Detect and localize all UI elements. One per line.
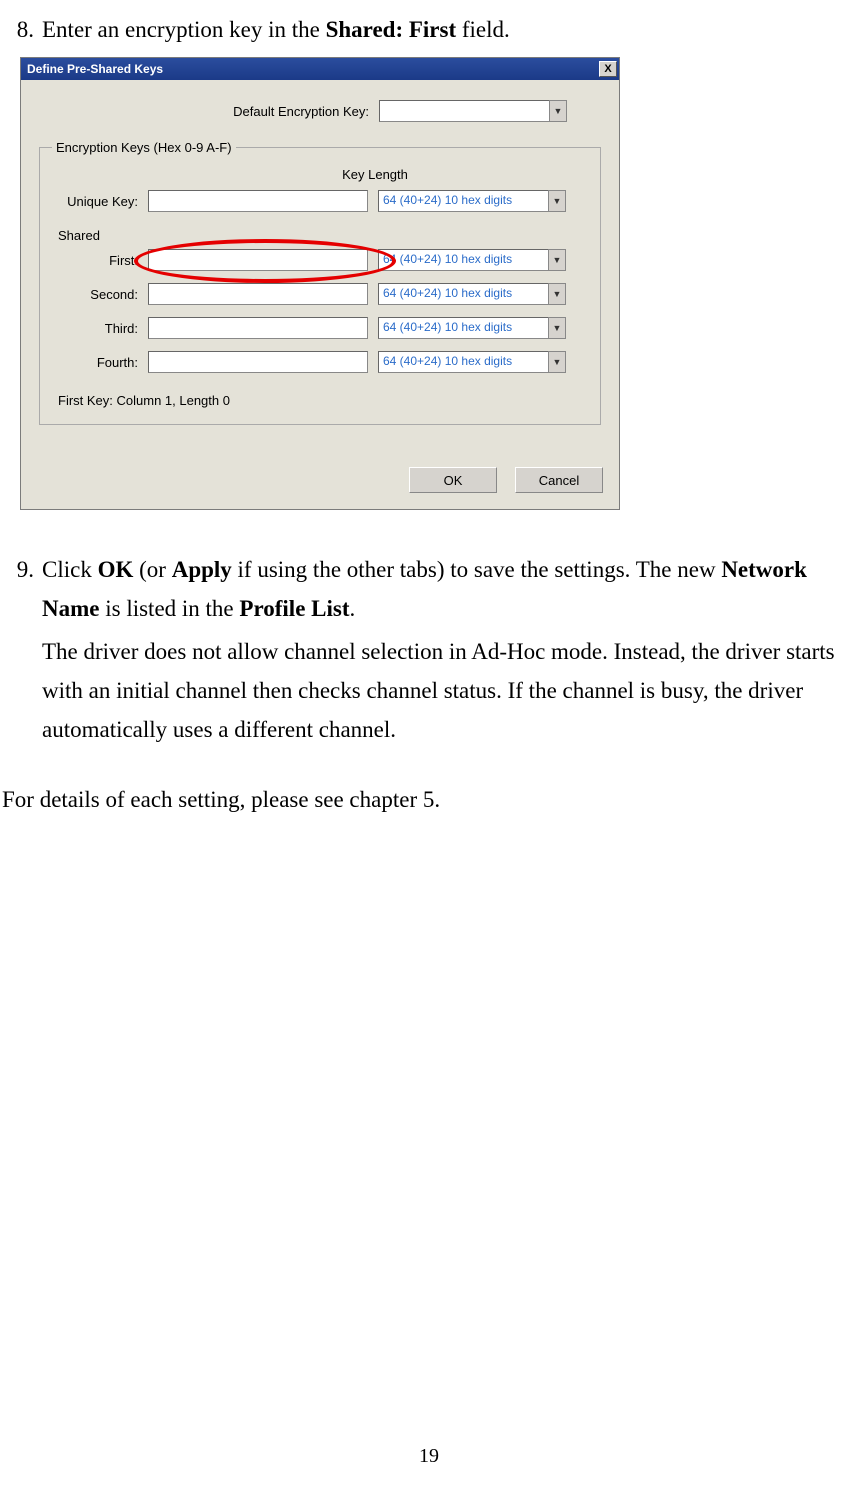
shared-fourth-input[interactable] <box>148 351 368 373</box>
step-9-number: 9. <box>0 550 42 589</box>
chevron-down-icon: ▼ <box>554 106 563 116</box>
shared-third-input[interactable] <box>148 317 368 339</box>
step-9: 9. Click OK (or Apply if using the other… <box>0 550 858 749</box>
chevron-down-icon: ▼ <box>553 289 562 299</box>
encryption-keys-fieldset: Encryption Keys (Hex 0-9 A-F) Key Length… <box>39 140 601 425</box>
shared-second-length-dropdown[interactable]: 64 (40+24) 10 hex digits ▼ <box>378 283 566 305</box>
unique-key-row: Unique Key: 64 (40+24) 10 hex digits ▼ <box>52 190 588 212</box>
shared-fourth-length-value: 64 (40+24) 10 hex digits <box>378 351 548 373</box>
step-9-paragraph-2: The driver does not allow channel select… <box>42 632 852 749</box>
ok-button[interactable]: OK <box>409 467 497 493</box>
default-encryption-row: Default Encryption Key: ▼ <box>39 100 601 122</box>
t: Click <box>42 557 98 582</box>
step-8: 8. Enter an encryption key in the Shared… <box>0 10 858 49</box>
unique-key-label: Unique Key: <box>52 194 148 209</box>
close-icon: X <box>604 63 611 75</box>
shared-label: Shared <box>52 224 588 249</box>
default-encryption-value <box>379 100 549 122</box>
footer-note: For details of each setting, please see … <box>0 780 858 819</box>
unique-key-length-value: 64 (40+24) 10 hex digits <box>378 190 548 212</box>
shared-first-length-value: 64 (40+24) 10 hex digits <box>378 249 548 271</box>
shared-first-length-dropdown[interactable]: 64 (40+24) 10 hex digits ▼ <box>378 249 566 271</box>
shared-third-length-dropdown[interactable]: 64 (40+24) 10 hex digits ▼ <box>378 317 566 339</box>
dialog-title: Define Pre-Shared Keys <box>27 62 163 76</box>
ok-text: OK <box>98 557 134 582</box>
dropdown-button[interactable]: ▼ <box>548 283 566 305</box>
step-8-text-a: Enter an encryption key in the <box>42 17 326 42</box>
shared-first-input[interactable] <box>148 249 368 271</box>
t: is listed in the <box>99 596 239 621</box>
chevron-down-icon: ▼ <box>553 357 562 367</box>
shared-first-label: First: <box>52 253 148 268</box>
dialog-button-bar: OK Cancel <box>21 439 619 509</box>
dropdown-button[interactable]: ▼ <box>549 100 567 122</box>
shared-fourth-length-dropdown[interactable]: 64 (40+24) 10 hex digits ▼ <box>378 351 566 373</box>
step-8-text-b: field. <box>456 17 510 42</box>
page-number: 19 <box>0 1445 858 1468</box>
dropdown-button[interactable]: ▼ <box>548 190 566 212</box>
chevron-down-icon: ▼ <box>553 196 562 206</box>
chevron-down-icon: ▼ <box>553 323 562 333</box>
shared-first-row: First: 64 (40+24) 10 hex digits ▼ <box>52 249 588 271</box>
shared-third-length-value: 64 (40+24) 10 hex digits <box>378 317 548 339</box>
key-status-text: First Key: Column 1, Length 0 <box>52 385 588 410</box>
dropdown-button[interactable]: ▼ <box>548 351 566 373</box>
unique-key-input[interactable] <box>148 190 368 212</box>
step-8-number: 8. <box>0 10 42 49</box>
shared-fourth-label: Fourth: <box>52 355 148 370</box>
shared-third-label: Third: <box>52 321 148 336</box>
shared-second-length-value: 64 (40+24) 10 hex digits <box>378 283 548 305</box>
cancel-button[interactable]: Cancel <box>515 467 603 493</box>
step-8-body: Enter an encryption key in the Shared: F… <box>42 10 858 49</box>
chevron-down-icon: ▼ <box>553 255 562 265</box>
t: . <box>350 596 356 621</box>
dialog-body: Default Encryption Key: ▼ Encryption Key… <box>21 80 619 439</box>
close-button[interactable]: X <box>599 61 617 77</box>
shared-second-row: Second: 64 (40+24) 10 hex digits ▼ <box>52 283 588 305</box>
step-9-body: Click OK (or Apply if using the other ta… <box>42 550 858 749</box>
profile-list-text: Profile List <box>239 596 349 621</box>
fieldset-legend: Encryption Keys (Hex 0-9 A-F) <box>52 140 236 155</box>
define-preshared-keys-dialog: Define Pre-Shared Keys X Default Encrypt… <box>20 57 620 510</box>
shared-second-input[interactable] <box>148 283 368 305</box>
shared-fourth-row: Fourth: 64 (40+24) 10 hex digits ▼ <box>52 351 588 373</box>
shared-third-row: Third: 64 (40+24) 10 hex digits ▼ <box>52 317 588 339</box>
shared-second-label: Second: <box>52 287 148 302</box>
unique-key-length-dropdown[interactable]: 64 (40+24) 10 hex digits ▼ <box>378 190 566 212</box>
dropdown-button[interactable]: ▼ <box>548 317 566 339</box>
default-encryption-dropdown[interactable]: ▼ <box>379 100 567 122</box>
t: if using the other tabs) to save the set… <box>232 557 722 582</box>
dialog-titlebar: Define Pre-Shared Keys X <box>21 58 619 80</box>
key-length-header: Key Length <box>52 165 588 190</box>
apply-text: Apply <box>172 557 232 582</box>
t: (or <box>133 557 171 582</box>
step-8-bold: Shared: First <box>326 17 457 42</box>
default-encryption-label: Default Encryption Key: <box>39 104 379 119</box>
dropdown-button[interactable]: ▼ <box>548 249 566 271</box>
